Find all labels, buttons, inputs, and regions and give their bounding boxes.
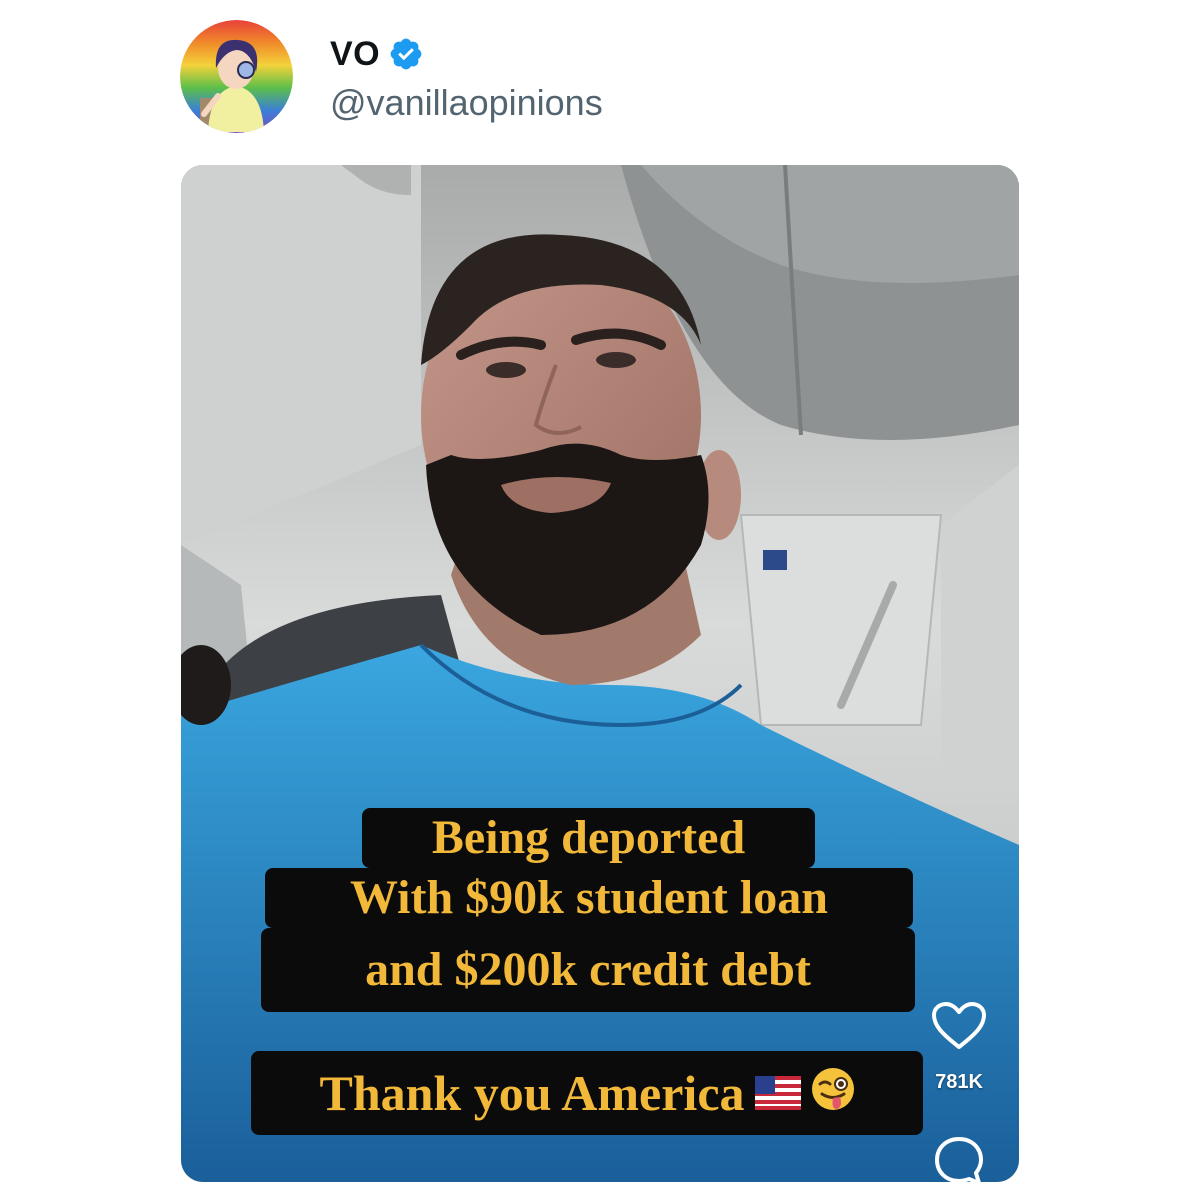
author-name-row[interactable]: VO: [330, 30, 424, 78]
author-handle[interactable]: @vanillaopinions: [330, 82, 603, 124]
caption-line-2: With $90k student loan: [265, 868, 913, 928]
display-name[interactable]: VO: [330, 35, 380, 74]
caption-line-3: and $200k credit debt: [261, 928, 915, 1012]
caption-line-1: Being deported: [362, 808, 815, 868]
us-flag-emoji: [754, 1068, 801, 1118]
winking-tongue-emoji: [811, 1067, 855, 1119]
comment-bubble-icon[interactable]: [933, 1135, 985, 1182]
avatar[interactable]: [180, 20, 293, 133]
closing-caption: Thank you America: [251, 1051, 923, 1135]
closing-caption-text: Thank you America: [319, 1065, 745, 1121]
likes-count: 781K: [935, 1071, 983, 1093]
verified-badge-icon: [388, 36, 424, 72]
video-captions: Being deported With $90k student loan an…: [181, 165, 1019, 1182]
post-card: VO @vanillaopinions Being deported With …: [0, 0, 1200, 1200]
heart-icon[interactable]: [931, 1001, 987, 1051]
video-media[interactable]: Being deported With $90k student loan an…: [181, 165, 1019, 1182]
